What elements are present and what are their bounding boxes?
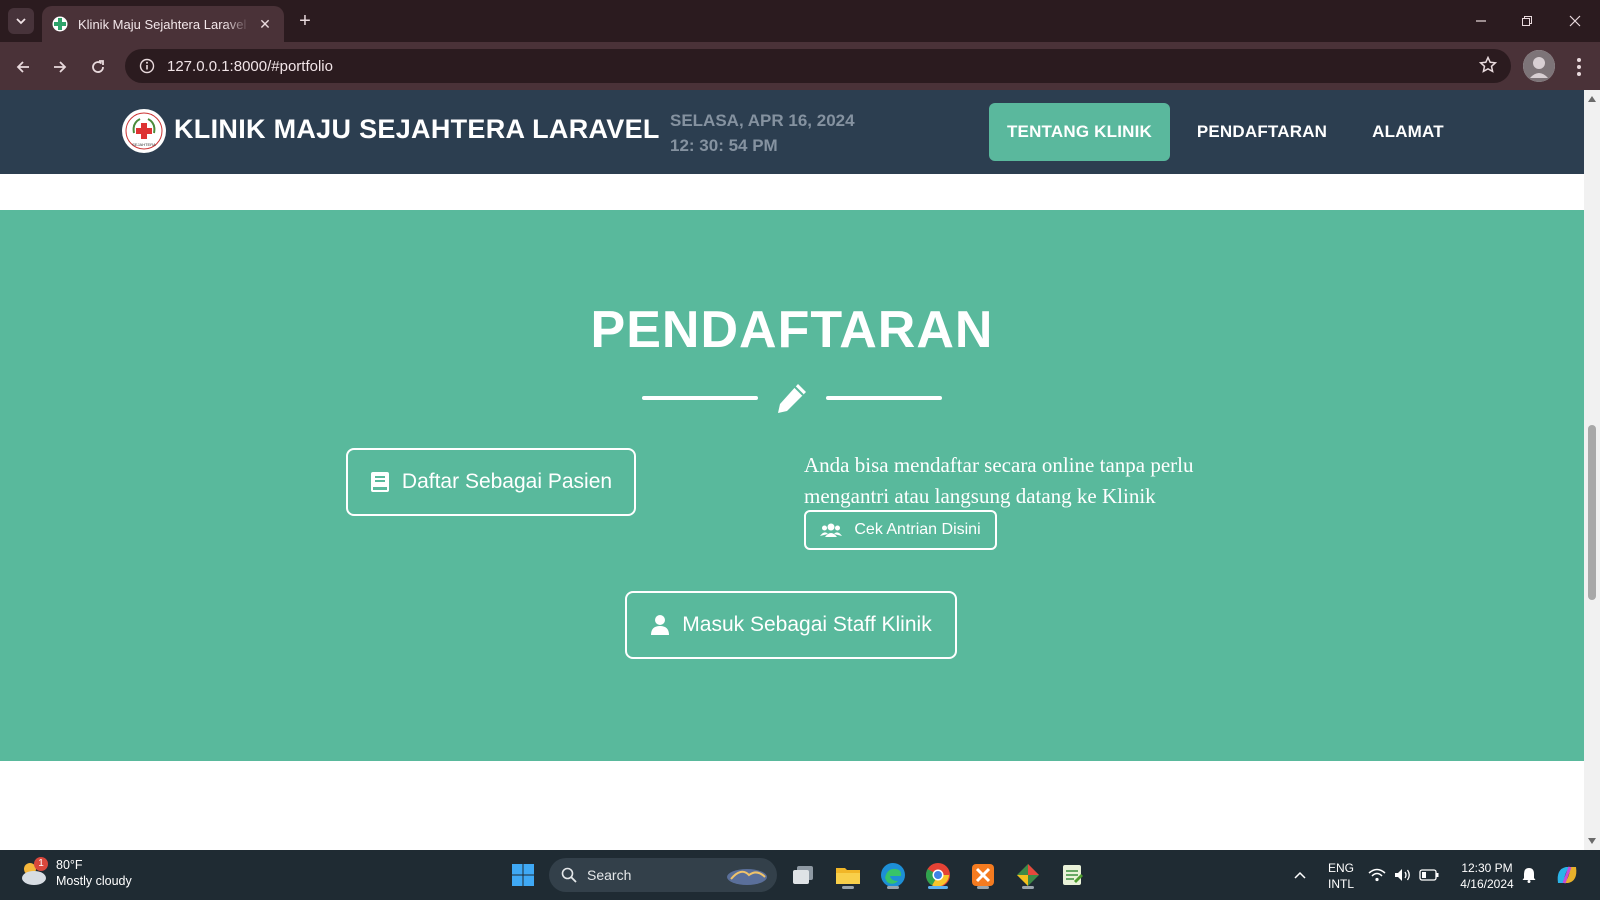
check-queue-button[interactable]: Cek Antrian Disini bbox=[804, 510, 997, 550]
taskbar-search-label: Search bbox=[587, 867, 632, 883]
battery-icon[interactable] bbox=[1418, 859, 1440, 891]
tray-chevron-up-icon[interactable] bbox=[1290, 859, 1310, 891]
system-clock[interactable]: 12:30 PM 4/16/2024 bbox=[1452, 860, 1522, 892]
nav-tentang-klinik[interactable]: TENTANG KLINIK bbox=[989, 103, 1170, 161]
register-patient-button[interactable]: Daftar Sebagai Pasien bbox=[346, 448, 636, 516]
notepad-app-icon[interactable] bbox=[1056, 859, 1088, 891]
browser-menu-icon[interactable] bbox=[1572, 54, 1586, 80]
browser-tab-active[interactable]: Klinik Maju Sejahtera Laravel La ✕ bbox=[42, 6, 284, 42]
copilot-icon[interactable] bbox=[1551, 859, 1583, 891]
clock-time: 12: 30: 54 PM bbox=[670, 136, 778, 155]
reload-icon[interactable] bbox=[85, 54, 111, 80]
registration-section: PENDAFTARAN Daftar Sebagai Pasien Anda b… bbox=[0, 210, 1584, 761]
register-patient-label: Daftar Sebagai Pasien bbox=[401, 470, 613, 493]
new-tab-button[interactable]: + bbox=[294, 10, 316, 32]
browser-tab-bar: Klinik Maju Sejahtera Laravel La ✕ + bbox=[0, 0, 1600, 42]
file-explorer-icon[interactable] bbox=[832, 859, 864, 891]
scrollbar-thumb[interactable] bbox=[1588, 425, 1596, 600]
edge-browser-icon[interactable] bbox=[877, 859, 909, 891]
taskbar-search-box[interactable]: Search bbox=[549, 858, 777, 892]
windows-start-icon[interactable] bbox=[507, 859, 539, 891]
system-time: 12:30 PM bbox=[1461, 861, 1513, 875]
clock-date: SELASA, APR 16, 2024 bbox=[670, 111, 855, 130]
scroll-up-icon[interactable] bbox=[1588, 96, 1596, 102]
section-title: PENDAFTARAN bbox=[590, 301, 994, 359]
chrome-icon[interactable] bbox=[922, 859, 954, 891]
site-header: SEJAHTERA KLINIK MAJU SEJAHTERA LARAVEL … bbox=[0, 90, 1584, 174]
task-view-icon[interactable] bbox=[787, 859, 819, 891]
volume-icon[interactable] bbox=[1392, 859, 1414, 891]
weather-temperature: 80°F bbox=[56, 858, 83, 872]
language-top: ENG bbox=[1327, 861, 1354, 875]
logo-text: SEJAHTERA bbox=[132, 142, 156, 147]
git-tool-icon[interactable] bbox=[1012, 859, 1044, 891]
clinic-logo[interactable]: SEJAHTERA bbox=[122, 109, 166, 153]
pencil-icon bbox=[778, 384, 806, 413]
clinic-favicon-icon bbox=[52, 16, 68, 32]
url-text: 127.0.0.1:8000/#portfolio bbox=[167, 57, 333, 75]
staff-login-button[interactable]: Masuk Sebagai Staff Klinik bbox=[625, 591, 957, 659]
nav-pendaftaran[interactable]: PENDAFTARAN bbox=[1186, 103, 1338, 161]
site-info-icon[interactable] bbox=[139, 58, 155, 74]
cloudy-weather-icon: 1 bbox=[18, 857, 48, 887]
nav-alamat[interactable]: ALAMAT bbox=[1362, 103, 1454, 161]
book-icon bbox=[370, 471, 390, 493]
tab-title: Klinik Maju Sejahtera Laravel La bbox=[78, 16, 250, 32]
windows-taskbar: 1 80°F Mostly cloudy Search ENG INTL 12:… bbox=[0, 850, 1600, 900]
tab-search-chevron-icon[interactable] bbox=[8, 8, 34, 34]
divider-right bbox=[826, 396, 942, 400]
weather-widget[interactable]: 1 80°F Mostly cloudy bbox=[18, 857, 132, 889]
restore-icon[interactable] bbox=[1514, 8, 1540, 34]
browser-toolbar: 127.0.0.1:8000/#portfolio bbox=[0, 42, 1600, 90]
users-icon bbox=[820, 522, 843, 538]
tab-close-icon[interactable]: ✕ bbox=[256, 16, 274, 33]
notification-bell-icon[interactable] bbox=[1519, 859, 1539, 891]
weather-description: Mostly cloudy bbox=[56, 874, 132, 888]
staff-login-label: Masuk Sebagai Staff Klinik bbox=[682, 613, 932, 636]
language-indicator[interactable]: ENG INTL bbox=[1323, 860, 1359, 892]
address-bar[interactable]: 127.0.0.1:8000/#portfolio bbox=[125, 49, 1511, 83]
forward-arrow-icon[interactable] bbox=[47, 54, 73, 80]
divider-left bbox=[642, 396, 758, 400]
scroll-down-icon[interactable] bbox=[1588, 838, 1596, 844]
bookmark-star-icon[interactable] bbox=[1479, 56, 1497, 74]
weather-text: 80°F Mostly cloudy bbox=[56, 857, 132, 889]
weather-badge: 1 bbox=[34, 857, 48, 871]
back-arrow-icon[interactable] bbox=[10, 54, 36, 80]
profile-avatar[interactable] bbox=[1523, 50, 1555, 82]
wifi-icon[interactable] bbox=[1366, 859, 1388, 891]
search-icon bbox=[561, 867, 577, 883]
window-close-icon[interactable] bbox=[1562, 8, 1588, 34]
minimize-icon[interactable] bbox=[1468, 8, 1494, 34]
page-scrollbar[interactable] bbox=[1584, 90, 1600, 850]
system-date: 4/16/2024 bbox=[1460, 877, 1514, 891]
search-highlight-icon bbox=[727, 869, 767, 885]
language-bottom: INTL bbox=[1327, 877, 1354, 891]
live-clock: SELASA, APR 16, 2024 12: 30: 54 PM bbox=[670, 108, 855, 158]
check-queue-label: Cek Antrian Disini bbox=[854, 521, 981, 538]
site-brand[interactable]: KLINIK MAJU SEJAHTERA LARAVEL bbox=[174, 114, 660, 145]
registration-description: Anda bisa mendaftar secara online tanpa … bbox=[804, 453, 1194, 508]
page-viewport: SEJAHTERA KLINIK MAJU SEJAHTERA LARAVEL … bbox=[0, 90, 1584, 850]
xampp-icon[interactable] bbox=[967, 859, 999, 891]
user-icon bbox=[650, 614, 670, 636]
